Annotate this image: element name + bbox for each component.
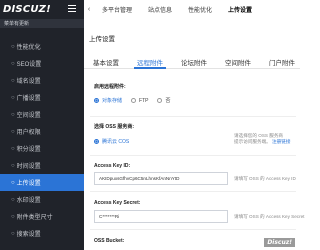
sidebar-item-attachment-types[interactable]: ○ 附件类型尺寸 [0, 208, 84, 225]
discuz-logo[interactable]: DISCUZ! [3, 4, 51, 15]
circle-icon: ○ [11, 128, 15, 135]
divider [90, 191, 296, 192]
sidebar-item-search[interactable]: ○ 搜索设置 [0, 225, 84, 242]
remote-attachment-options: 对象存储 FTP 否 [94, 97, 179, 104]
oss-provider-label: 选择 OSS 服务商: [94, 124, 135, 130]
circle-icon: ○ [11, 94, 15, 101]
access-key-id-label: Access Key ID: [94, 163, 131, 169]
main-content: 上传设置 基本设置 远程附件 论坛附件 空间附件 门户附件 启用远程附件: 对象… [84, 19, 304, 250]
circle-icon: ○ [11, 43, 15, 50]
circle-icon: ○ [11, 230, 15, 237]
top-navigation: ‹ 多平台管理 站点信息 性能优化 上传设置 [84, 0, 300, 19]
sidebar-item-space[interactable]: ○ 空间设置 [0, 106, 84, 123]
tab-space-attachments[interactable]: 空间附件 [216, 52, 260, 68]
circle-icon: ○ [11, 111, 15, 118]
divider [90, 155, 296, 156]
access-key-id-hint: 请填写 OSS 的 Access Key ID [234, 176, 296, 181]
radio-checked-icon [94, 139, 99, 144]
nav-item-multi-platform[interactable]: 多平台管理 [94, 5, 140, 14]
sidebar-item-upload[interactable]: ○ 上传设置 [0, 174, 84, 191]
access-key-secret-hint: 请填写 OSS 的 Access Key Secret [234, 214, 305, 219]
tab-remote-attachments[interactable]: 远程附件 [128, 52, 172, 69]
sidebar-item-domain[interactable]: ○ 域名设置 [0, 72, 84, 89]
circle-icon: ○ [11, 145, 15, 152]
remote-attachment-label: 启用远程附件: [94, 84, 126, 90]
sidebar-item-credits[interactable]: ○ 积分设置 [0, 140, 84, 157]
access-key-id-input[interactable]: AKIDpuxsGfhvCp6C5nLhnsKfAnNnYtD [94, 172, 228, 185]
discuz-watermark: Discuz! [264, 238, 295, 247]
nav-item-site-info[interactable]: 站点信息 [140, 5, 180, 14]
sidebar-item-time[interactable]: ○ 时间设置 [0, 157, 84, 174]
sidebar-item-broadcast[interactable]: ○ 广播设置 [0, 89, 84, 106]
settings-tabs: 基本设置 远程附件 论坛附件 空间附件 门户附件 [84, 52, 300, 69]
circle-icon: ○ [11, 60, 15, 67]
radio-object-storage[interactable]: 对象存储 [94, 97, 122, 104]
oss-provider-hint: 请选择您的 OSS 服务商 提示访问服务端。 注册链接 [234, 133, 291, 144]
hamburger-menu-icon[interactable] [68, 5, 76, 13]
page-title: 上传设置 [89, 36, 115, 43]
access-key-secret-input[interactable]: C*******Ri [94, 210, 228, 223]
radio-unchecked-icon [157, 98, 163, 103]
sidebar-item-watermark[interactable]: ○ 水印设置 [0, 191, 84, 208]
nav-item-upload-settings[interactable]: 上传设置 [220, 5, 260, 14]
nav-item-performance[interactable]: 性能优化 [180, 5, 220, 14]
radio-tencent-cos[interactable]: 腾讯云 COS [94, 138, 129, 145]
divider [90, 116, 296, 117]
circle-icon: ○ [11, 77, 15, 84]
sidebar-menu: ○ 性能优化 ○ SEO设置 ○ 域名设置 ○ 广播设置 ○ 空间设置 ○ 用户权限 ○ 积分… [0, 38, 84, 242]
circle-icon: ○ [11, 162, 15, 169]
oss-provider-options: 腾讯云 COS [94, 138, 138, 145]
radio-checked-icon [94, 98, 99, 103]
register-link[interactable]: 注册链接 [272, 139, 290, 144]
circle-icon: ○ [11, 213, 15, 220]
sidebar: 菜单有更新 ○ 性能优化 ○ SEO设置 ○ 域名设置 ○ 广播设置 ○ 空间设置 ○ 用户… [0, 19, 84, 250]
divider [90, 229, 296, 230]
circle-icon: ○ [11, 179, 15, 186]
menu-update-notice[interactable]: 菜单有更新 [0, 19, 84, 28]
tab-basic[interactable]: 基本设置 [84, 52, 128, 68]
access-key-secret-label: Access Key Secret: [94, 200, 141, 206]
sidebar-item-performance[interactable]: ○ 性能优化 [0, 38, 84, 55]
chevron-left-icon[interactable]: ‹ [84, 6, 94, 13]
sidebar-item-user-permissions[interactable]: ○ 用户权限 [0, 123, 84, 140]
radio-ftp[interactable]: FTP [131, 98, 148, 104]
radio-no[interactable]: 否 [157, 97, 170, 104]
sidebar-item-seo[interactable]: ○ SEO设置 [0, 55, 84, 72]
oss-bucket-label: OSS Bucket: [94, 238, 125, 244]
tab-forum-attachments[interactable]: 论坛附件 [172, 52, 216, 68]
circle-icon: ○ [11, 196, 15, 203]
tab-portal-attachments[interactable]: 门户附件 [260, 52, 304, 68]
radio-unchecked-icon [131, 98, 137, 103]
